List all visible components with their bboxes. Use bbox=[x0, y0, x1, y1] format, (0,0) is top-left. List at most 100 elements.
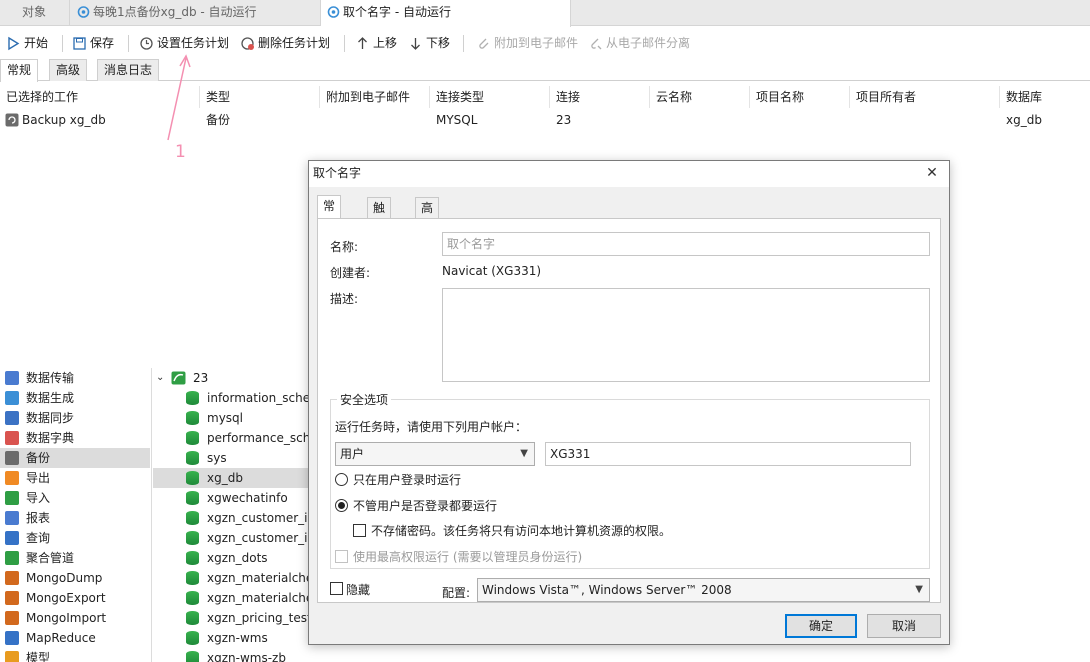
sidebar-item[interactable]: MongoExport bbox=[0, 588, 150, 608]
hidden-checkbox[interactable] bbox=[330, 582, 343, 595]
database-icon bbox=[186, 511, 199, 525]
tree-database-node[interactable]: mysql bbox=[153, 408, 308, 428]
save-label: 保存 bbox=[90, 36, 115, 50]
table-row[interactable]: Backup xg_db 备份 MYSQL 23 xg_db bbox=[0, 109, 1090, 131]
column-header[interactable]: 连接 bbox=[550, 86, 650, 108]
clock-delete-icon bbox=[241, 37, 254, 50]
tree-database-node[interactable]: xgzn_dots bbox=[153, 548, 308, 568]
database-icon bbox=[186, 391, 199, 405]
tree-database-node[interactable]: performance_schema bbox=[153, 428, 308, 448]
tab-advanced[interactable]: 高级 bbox=[49, 59, 88, 81]
security-options-title: 安全选项 bbox=[337, 391, 392, 408]
job-type-icon bbox=[5, 611, 19, 625]
tree-database-node[interactable]: xgzn_materialcheck bbox=[153, 568, 308, 588]
toolbar-divider bbox=[344, 35, 345, 52]
sidebar-item[interactable]: MongoDump bbox=[0, 568, 150, 588]
sidebar-item[interactable]: 数据生成 bbox=[0, 388, 150, 408]
column-header[interactable]: 已选择的工作 bbox=[0, 86, 200, 108]
tab-general[interactable]: 常规 bbox=[317, 195, 342, 234]
run-always-radio[interactable] bbox=[335, 499, 348, 512]
tab-label: 对象 bbox=[22, 5, 47, 19]
tree-database-node[interactable]: xgzn_customer_info bbox=[153, 528, 308, 548]
tab-label: 每晚1点备份xg_db - 自动运行 bbox=[93, 5, 257, 19]
toolbar-divider bbox=[62, 35, 63, 52]
column-header[interactable]: 项目名称 bbox=[750, 86, 850, 108]
close-icon[interactable]: ✕ bbox=[923, 164, 941, 182]
description-textarea[interactable] bbox=[442, 288, 930, 382]
run-only-logged-on-label[interactable]: 只在用户登录时运行 bbox=[353, 471, 461, 488]
sidebar-item[interactable]: MongoImport bbox=[0, 608, 150, 628]
tree-database-node[interactable]: information_schema bbox=[153, 388, 308, 408]
tab-message-log[interactable]: 消息日志 bbox=[97, 59, 160, 81]
config-select[interactable]: Windows Vista™, Windows Server™ 2008 ▼ bbox=[477, 578, 930, 602]
sidebar-item[interactable]: 导入 bbox=[0, 488, 150, 508]
job-type-icon bbox=[5, 511, 19, 525]
column-header[interactable]: 类型 bbox=[200, 86, 320, 108]
creator-value: Navicat (XG331) bbox=[442, 264, 542, 278]
tree-database-node[interactable]: xgzn_customer_info bbox=[153, 508, 308, 528]
sidebar-item[interactable]: MapReduce bbox=[0, 628, 150, 648]
highest-privileges-checkbox[interactable] bbox=[335, 550, 348, 563]
tree-database-node[interactable]: xgzn-wms bbox=[153, 628, 308, 648]
tree-database-node[interactable]: xgwechatinfo bbox=[153, 488, 308, 508]
database-tree: ⌄ 23 information_schemamysql performance_… bbox=[153, 368, 308, 662]
column-header[interactable]: 连接类型 bbox=[430, 86, 550, 108]
tree-node-label: information_schema bbox=[207, 391, 308, 405]
hidden-label[interactable]: 隐藏 bbox=[346, 581, 370, 598]
start-button[interactable]: 开始 bbox=[4, 32, 48, 54]
column-header[interactable]: 项目所有者 bbox=[850, 86, 1000, 108]
tree-connection-node[interactable]: ⌄ 23 bbox=[153, 368, 208, 388]
no-store-password-label[interactable]: 不存储密码。该任务将只有访问本地计算机资源的权限。 bbox=[371, 522, 671, 539]
tab-general[interactable]: 常规 bbox=[0, 59, 39, 82]
ok-button[interactable]: 确定 bbox=[785, 614, 857, 638]
sidebar-item[interactable]: 数据传输 bbox=[0, 368, 150, 388]
run-always-label[interactable]: 不管用户是否登录都要运行 bbox=[353, 497, 497, 514]
run-only-logged-on-radio[interactable] bbox=[335, 473, 348, 486]
database-icon bbox=[186, 451, 199, 465]
column-header[interactable]: 附加到电子邮件 bbox=[320, 86, 430, 108]
sidebar-item[interactable]: 查询 bbox=[0, 528, 150, 548]
tab-nightly-backup[interactable]: 每晚1点备份xg_db - 自动运行 bbox=[71, 0, 321, 26]
tab-untitled-automation[interactable]: 取个名字 - 自动运行 bbox=[321, 0, 571, 27]
tree-database-node[interactable]: xgzn_pricing_test bbox=[153, 608, 308, 628]
tab-triggers[interactable]: 触发器 bbox=[367, 197, 392, 257]
column-header[interactable]: 数据库 bbox=[1000, 86, 1090, 108]
tree-node-label: xgzn-wms-zb bbox=[207, 651, 286, 662]
sidebar-item[interactable]: 导出 bbox=[0, 468, 150, 488]
tab-objects[interactable]: 对象 bbox=[0, 0, 70, 26]
task-name-input[interactable]: 取个名字 bbox=[442, 232, 930, 256]
set-schedule-button[interactable]: 设置任务计划 bbox=[137, 32, 229, 54]
tree-database-node[interactable]: xg_db bbox=[153, 468, 308, 488]
move-up-button[interactable]: 上移 bbox=[353, 32, 397, 54]
account-type-select[interactable]: 用户 ▼ bbox=[335, 442, 535, 466]
type-cell: 备份 bbox=[206, 113, 231, 127]
move-down-button[interactable]: 下移 bbox=[406, 32, 450, 54]
sidebar-item[interactable]: 备份 bbox=[0, 448, 150, 468]
database-icon bbox=[186, 651, 199, 662]
tree-database-node[interactable]: xgzn_materialcheck bbox=[153, 588, 308, 608]
attach-email-button[interactable]: 附加到电子邮件 bbox=[474, 32, 578, 54]
sidebar-item[interactable]: 数据同步 bbox=[0, 408, 150, 428]
connection-type-cell: MYSQL bbox=[436, 113, 478, 127]
sidebar-item-label: 数据传输 bbox=[26, 371, 75, 385]
job-type-icon bbox=[5, 411, 19, 425]
no-store-password-checkbox[interactable] bbox=[353, 524, 366, 537]
description-label: 描述: bbox=[330, 292, 359, 306]
tree-database-node[interactable]: xgzn-wms-zb bbox=[153, 648, 308, 662]
detach-email-label: 从电子邮件分离 bbox=[606, 36, 691, 50]
sidebar-item[interactable]: 模型 bbox=[0, 648, 150, 662]
sidebar-item[interactable]: 数据字典 bbox=[0, 428, 150, 448]
tree-node-label: xgzn_dots bbox=[207, 551, 268, 565]
save-button[interactable]: 保存 bbox=[70, 32, 114, 54]
account-name-input[interactable]: XG331 bbox=[545, 442, 911, 466]
tab-advanced[interactable]: 高级 bbox=[415, 197, 440, 236]
sidebar-item[interactable]: 报表 bbox=[0, 508, 150, 528]
delete-schedule-button[interactable]: 删除任务计划 bbox=[238, 32, 330, 54]
database-cell: xg_db bbox=[1006, 113, 1042, 127]
column-header[interactable]: 云名称 bbox=[650, 86, 750, 108]
sidebar-item[interactable]: 聚合管道 bbox=[0, 548, 150, 568]
tree-database-node[interactable]: sys bbox=[153, 448, 308, 468]
detach-email-button[interactable]: 从电子邮件分离 bbox=[586, 32, 690, 54]
cancel-button[interactable]: 取消 bbox=[867, 614, 941, 638]
job-type-icon bbox=[5, 471, 19, 485]
